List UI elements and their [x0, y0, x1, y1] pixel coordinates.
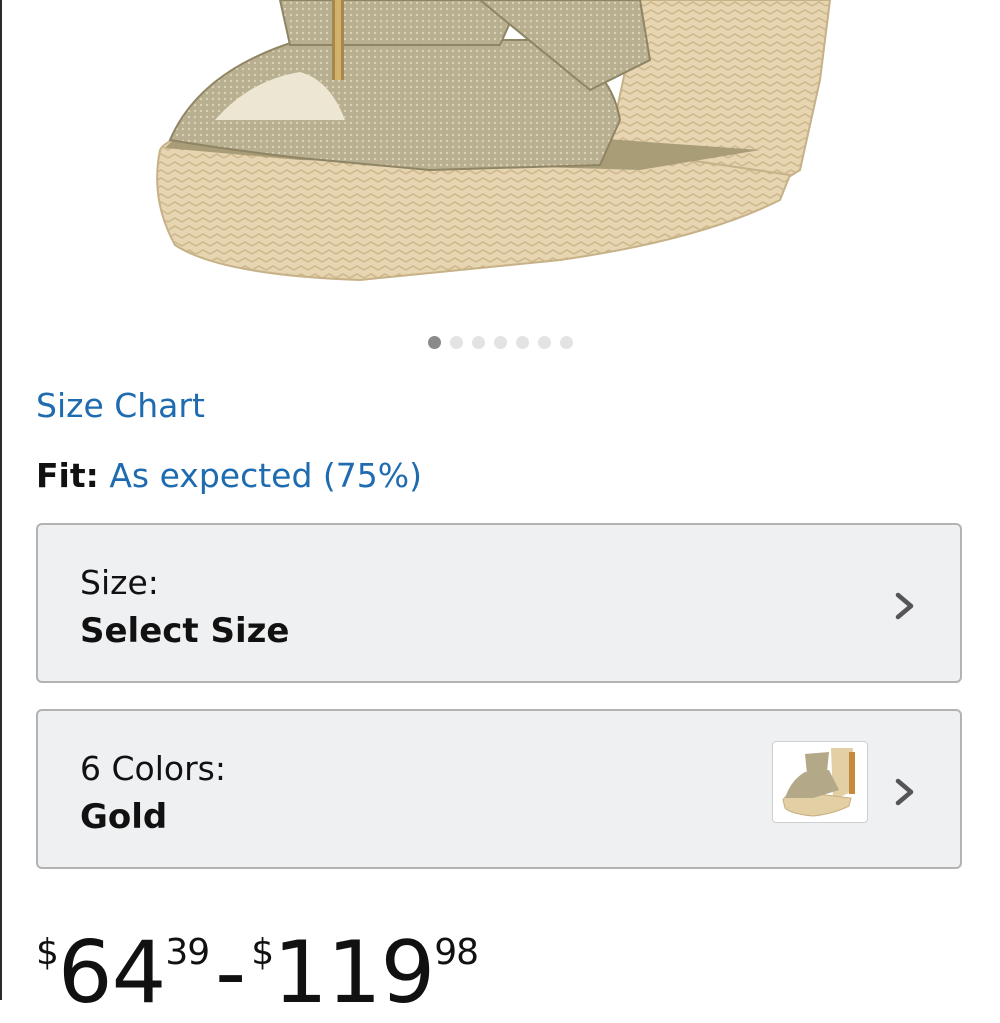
wedge-sandal-image: [156, 0, 832, 282]
chevron-right-icon: [895, 592, 914, 620]
carousel-dot[interactable]: [516, 336, 529, 349]
color-selector-button[interactable]: 6 Colors: Gold: [36, 709, 962, 869]
carousel-dot[interactable]: [560, 336, 573, 349]
price-low-dollars: 64: [57, 923, 166, 1023]
carousel-dot[interactable]: [428, 336, 441, 349]
carousel-dot[interactable]: [450, 336, 463, 349]
size-label: Size:: [80, 563, 159, 602]
currency-symbol: $: [251, 932, 274, 973]
fit-label: Fit:: [36, 456, 99, 495]
carousel-dot[interactable]: [538, 336, 551, 349]
product-image[interactable]: [0, 0, 1000, 320]
currency-symbol: $: [36, 932, 59, 973]
price-low-cents: 39: [165, 932, 210, 973]
color-count-label: 6 Colors:: [80, 749, 226, 788]
carousel-dots[interactable]: [428, 336, 573, 349]
price-separator: -: [215, 923, 246, 1023]
color-value: Gold: [80, 797, 168, 837]
chevron-right-icon: [895, 778, 914, 806]
price-range: $6439- $11998: [36, 930, 479, 1016]
price-high-dollars: 119: [273, 923, 435, 1023]
carousel-dot[interactable]: [494, 336, 507, 349]
sandal-thumbnail-icon: [782, 748, 855, 817]
size-chart-link[interactable]: Size Chart: [36, 386, 205, 425]
price-high-cents: 98: [434, 932, 479, 973]
fit-value-link[interactable]: As expected (75%): [109, 456, 422, 495]
size-value: Select Size: [80, 611, 290, 651]
carousel-dot[interactable]: [472, 336, 485, 349]
size-selector-button[interactable]: Size: Select Size: [36, 523, 962, 683]
fit-rating: Fit: As expected (75%): [36, 456, 422, 495]
color-swatch-thumbnail: [772, 741, 868, 823]
